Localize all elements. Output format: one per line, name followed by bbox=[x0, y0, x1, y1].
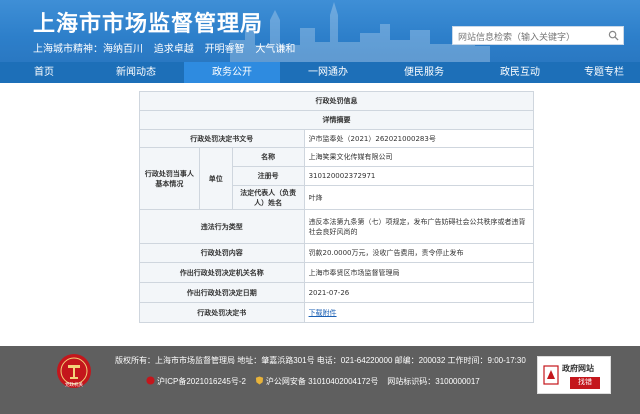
table-row: 违法行为类型 违反本法第九条第（七）项规定，发布广告妨碍社会公共秩序或者违背社会… bbox=[139, 209, 535, 244]
doc-label: 行政处罚决定书 bbox=[139, 302, 305, 323]
table-row: 行政处罚当事人基本情况 单位 名称 上海笑果文化传媒有限公司 bbox=[139, 147, 535, 210]
date-label: 作出行政处罚决定日期 bbox=[139, 282, 305, 303]
icp-record[interactable]: 沪ICP备2021016245号-2 bbox=[157, 377, 246, 386]
name-value: 上海笑果文化传媒有限公司 bbox=[303, 147, 535, 167]
site-id: 网站标识码：3100000017 bbox=[387, 377, 480, 386]
penalty-table: 行政处罚信息 详情摘要 行政处罚决定书文号 沪市监奉处（2021）2620210… bbox=[139, 91, 535, 323]
unit-label: 单位 bbox=[198, 147, 233, 210]
gov-website-error-badge[interactable]: 政府网站 找错 bbox=[537, 356, 611, 394]
report-error-button[interactable]: 找错 bbox=[570, 377, 600, 389]
doc-no-value: 沪市监奉处（2021）262021000283号 bbox=[303, 129, 535, 148]
slogan-label: 上海城市精神：海纳百川 bbox=[33, 44, 143, 55]
authority-value: 上海市奉贤区市场监督管理局 bbox=[303, 262, 535, 283]
nav-item-home[interactable]: 首页 bbox=[0, 62, 88, 83]
slogan-item: 追求卓越 bbox=[153, 44, 194, 55]
penalty-content-label: 行政处罚内容 bbox=[139, 243, 305, 263]
nav-item-news[interactable]: 新闻动态 bbox=[88, 62, 184, 83]
table-row: 行政处罚决定书文号 沪市监奉处（2021）262021000283号 bbox=[139, 129, 535, 148]
party-gov-emblem-icon[interactable]: 党政机关 bbox=[56, 353, 92, 389]
main-nav: 首页 新闻动态 政务公开 一网通办 便民服务 政民互动 专题专栏 bbox=[0, 62, 640, 83]
city-slogan: 上海城市精神：海纳百川 追求卓越 开明睿智 大气谦和 bbox=[33, 40, 303, 55]
emblem-text: 党政机关 bbox=[65, 381, 83, 388]
nav-item-public-service[interactable]: 便民服务 bbox=[376, 62, 472, 83]
site-header: 上海市市场监督管理局 上海城市精神：海纳百川 追求卓越 开明睿智 大气谦和 bbox=[0, 0, 640, 62]
nav-item-online-service[interactable]: 一网通办 bbox=[280, 62, 376, 83]
legal-rep-label: 法定代表人（负责人）姓名 bbox=[231, 185, 305, 210]
party-label: 行政处罚当事人基本情况 bbox=[139, 147, 200, 210]
police-record[interactable]: 沪公网安备 31010402004172号 bbox=[266, 377, 379, 386]
doc-no-label: 行政处罚决定书文号 bbox=[139, 129, 305, 148]
table-row: 作出行政处罚决定日期 2021-07-26 bbox=[139, 282, 535, 303]
table-row: 作出行政处罚决定机关名称 上海市奉贤区市场监督管理局 bbox=[139, 262, 535, 283]
table-row: 行政处罚内容 罚款20.0000万元，没收广告费用，责令停止发布 bbox=[139, 243, 535, 263]
search-box bbox=[452, 26, 624, 46]
violation-type-value: 违反本法第九条第（七）项规定，发布广告妨碍社会公共秩序或者违背社会良好风尚的 bbox=[303, 209, 535, 244]
nav-item-topics[interactable]: 专题专栏 bbox=[568, 62, 640, 83]
icp-record-icon bbox=[146, 376, 155, 385]
date-value: 2021-07-26 bbox=[303, 282, 535, 303]
legal-rep-value: 叶烽 bbox=[303, 185, 535, 210]
table-row: 详情摘要 bbox=[139, 110, 534, 130]
table-row: 行政处罚信息 bbox=[139, 91, 534, 111]
penalty-detail: 行政处罚信息 详情摘要 行政处罚决定书文号 沪市监奉处（2021）2620210… bbox=[139, 91, 535, 323]
police-badge-icon bbox=[255, 376, 263, 385]
footer-records: 沪ICP备2021016245号-2 沪公网安备 31010402004172号… bbox=[146, 376, 480, 387]
violation-type-label: 违法行为类型 bbox=[139, 209, 305, 244]
search-icon[interactable] bbox=[608, 30, 619, 41]
slogan-item: 开明睿智 bbox=[204, 44, 245, 55]
authority-label: 作出行政处罚决定机关名称 bbox=[139, 262, 305, 283]
doc-download-cell: 下载附件 bbox=[303, 302, 535, 323]
reg-no-label: 注册号 bbox=[231, 166, 305, 186]
penalty-content-value: 罚款20.0000万元，没收广告费用，责令停止发布 bbox=[303, 243, 535, 263]
reg-no-value: 310120002372971 bbox=[303, 166, 535, 186]
nav-item-gov-affairs[interactable]: 政务公开 bbox=[184, 62, 280, 83]
search-input[interactable] bbox=[453, 28, 603, 46]
table-row: 行政处罚决定书 下载附件 bbox=[139, 302, 535, 323]
gov-website-icon bbox=[543, 365, 559, 385]
download-attachment-link[interactable]: 下载附件 bbox=[309, 309, 337, 317]
table-subtitle: 详情摘要 bbox=[139, 110, 534, 130]
nav-item-interaction[interactable]: 政民互动 bbox=[472, 62, 568, 83]
slogan-item: 大气谦和 bbox=[255, 44, 296, 55]
site-title[interactable]: 上海市市场监督管理局 bbox=[33, 6, 263, 38]
table-title: 行政处罚信息 bbox=[139, 91, 534, 111]
footer-copyright: 版权所有：上海市市场监督管理局 地址：肇嘉浜路301号 电话：021-64220… bbox=[115, 356, 526, 365]
badge-title: 政府网站 bbox=[562, 364, 594, 373]
name-label: 名称 bbox=[231, 147, 305, 167]
